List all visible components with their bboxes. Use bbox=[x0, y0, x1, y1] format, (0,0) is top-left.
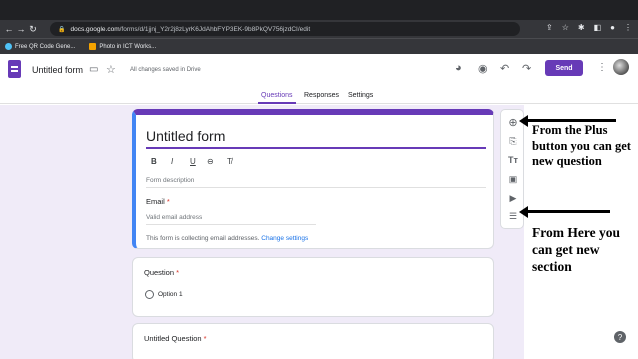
back-icon[interactable]: ← bbox=[3, 24, 15, 34]
question-card[interactable]: Question * Option 1 bbox=[132, 257, 494, 317]
title-underline bbox=[146, 147, 486, 149]
saved-status: All changes saved in Drive bbox=[130, 67, 201, 73]
move-to-folder-icon[interactable]: ▭ bbox=[89, 64, 98, 75]
import-questions-icon[interactable]: ⎘ bbox=[501, 136, 525, 147]
photo-bookmark-icon bbox=[89, 43, 97, 50]
bookmark-star-icon[interactable]: ☆ bbox=[562, 23, 569, 32]
question-card[interactable]: Untitled Question * bbox=[132, 323, 494, 359]
tab-responses[interactable]: Responses bbox=[304, 92, 339, 99]
question-title: Question * bbox=[144, 268, 180, 277]
share-icon[interactable]: ⇪ bbox=[546, 23, 553, 32]
url-host: docs.google.com bbox=[70, 25, 120, 33]
form-description-field[interactable]: Form description bbox=[146, 177, 194, 184]
undo-icon[interactable]: ↶ bbox=[500, 62, 509, 75]
send-button[interactable]: Send bbox=[545, 60, 583, 76]
email-placeholder: Valid email address bbox=[146, 214, 203, 221]
extensions-icon[interactable]: ✱ bbox=[578, 23, 585, 32]
tab-settings[interactable]: Settings bbox=[348, 92, 373, 99]
url-bar[interactable]: 🔒 docs.google.com /forms/d/1jjnj_Y2r2j8z… bbox=[50, 22, 520, 36]
link-icon[interactable]: ⊖ bbox=[207, 157, 214, 166]
url-path: /forms/d/1jjnj_Y2r2j8zLyrK6JdAhbFYP3EK-9… bbox=[119, 25, 311, 33]
plus-annotation: From the Plus button you can get new que… bbox=[532, 123, 631, 169]
radio-option bbox=[145, 290, 154, 299]
form-title-field[interactable]: Untitled form bbox=[146, 128, 225, 144]
form-title[interactable]: Untitled form bbox=[32, 65, 83, 75]
add-video-icon[interactable]: ▶ bbox=[501, 193, 525, 204]
arrow-to-plus-icon bbox=[519, 115, 528, 127]
email-label: Email * bbox=[146, 197, 170, 206]
option-label: Option 1 bbox=[158, 291, 183, 298]
add-image-icon[interactable]: ▣ bbox=[501, 174, 525, 185]
qr-bookmark-icon bbox=[5, 43, 12, 50]
form-tabs: Questions Responses Settings bbox=[0, 92, 638, 104]
forward-icon[interactable]: → bbox=[15, 24, 27, 34]
email-underline bbox=[146, 224, 316, 225]
reload-icon[interactable]: ↻ bbox=[27, 24, 39, 35]
bookmark-item[interactable]: Free QR Code Gene... bbox=[5, 43, 75, 50]
bookmarks-bar: Free QR Code Gene... Photo in ICT Works.… bbox=[0, 38, 638, 54]
tab-questions[interactable]: Questions bbox=[261, 92, 293, 99]
form-title-card: Untitled form B I U ⊖ T̸ Form descriptio… bbox=[132, 109, 494, 249]
more-options-icon[interactable]: ⋮ bbox=[597, 62, 607, 73]
lock-icon: 🔒 bbox=[58, 26, 66, 33]
bookmark-item[interactable]: Photo in ICT Works... bbox=[89, 43, 156, 50]
collecting-notice: This form is collecting email addresses.… bbox=[146, 235, 309, 242]
arrow-shaft bbox=[528, 210, 610, 213]
question-title: Untitled Question * bbox=[144, 334, 207, 343]
palette-icon[interactable]: ◕ bbox=[455, 62, 462, 74]
chrome-menu-icon[interactable]: ⋮ bbox=[624, 23, 632, 32]
italic-button[interactable]: I bbox=[171, 157, 173, 166]
add-title-icon[interactable]: Tт bbox=[501, 155, 525, 165]
arrow-shaft bbox=[528, 119, 616, 122]
clear-format-icon[interactable]: T̸ bbox=[227, 157, 232, 166]
google-forms-logo-icon[interactable] bbox=[8, 60, 21, 78]
change-settings-link[interactable]: Change settings bbox=[261, 235, 308, 242]
preview-eye-icon[interactable]: ◉ bbox=[478, 62, 488, 75]
profile-icon[interactable]: ● bbox=[610, 23, 615, 32]
active-tab-indicator bbox=[258, 102, 296, 104]
description-underline bbox=[146, 187, 486, 188]
arrow-to-section-icon bbox=[519, 206, 528, 218]
star-icon[interactable]: ☆ bbox=[106, 63, 116, 76]
section-annotation: From Here you can get new section bbox=[532, 225, 620, 274]
underline-button[interactable]: U bbox=[190, 157, 196, 166]
browser-tab-strip bbox=[0, 0, 638, 20]
bold-button[interactable]: B bbox=[151, 157, 157, 166]
avatar[interactable] bbox=[613, 59, 629, 75]
redo-icon[interactable]: ↷ bbox=[522, 62, 531, 75]
sidebar-icon[interactable]: ◧ bbox=[594, 23, 602, 32]
browser-toolbar: ← → ↻ 🔒 docs.google.com /forms/d/1jjnj_Y… bbox=[0, 20, 638, 38]
help-icon[interactable]: ? bbox=[614, 331, 626, 343]
